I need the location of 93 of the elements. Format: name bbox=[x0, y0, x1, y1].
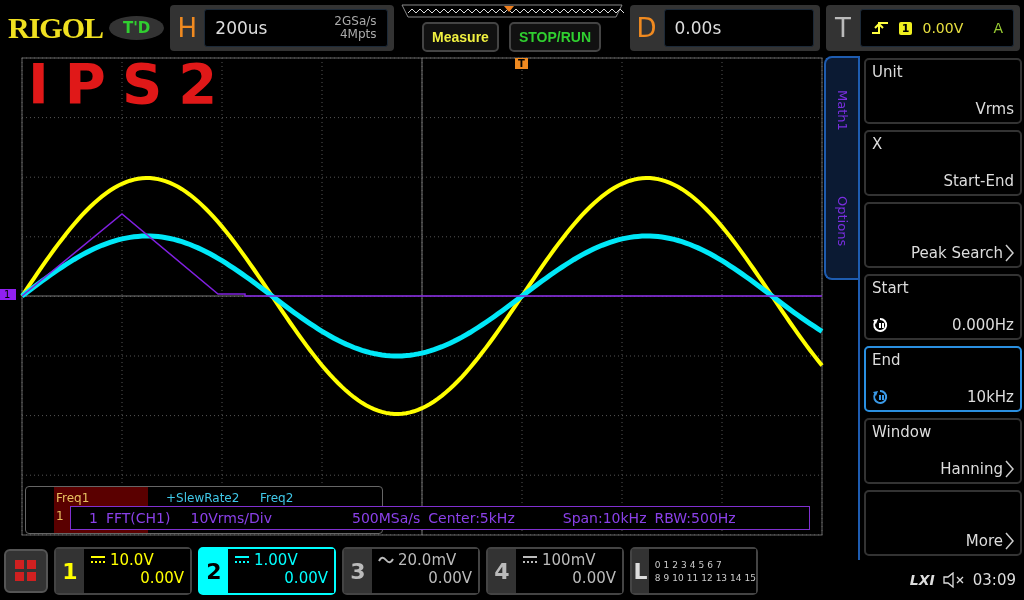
fft-channel: 1 bbox=[89, 510, 98, 526]
menu-item[interactable]: End 10kHz bbox=[864, 346, 1022, 412]
trigger-position-marker[interactable]: T bbox=[515, 58, 528, 69]
channel-offset: 0.00V bbox=[284, 569, 328, 587]
menu-item-label: Unit bbox=[872, 63, 904, 81]
menu-item-value: 10kHz bbox=[967, 388, 1014, 406]
logic-channel-number: 14 bbox=[730, 572, 742, 583]
menu-item-value: Start-End bbox=[943, 172, 1014, 190]
handwritten-annotation: IPS2 bbox=[28, 56, 234, 112]
measurement-label: +SlewRate2 bbox=[166, 491, 240, 505]
logic-channel-number: 2 bbox=[672, 559, 678, 570]
menu-item-label: Start bbox=[872, 279, 910, 297]
brand-logo: RIGOL bbox=[8, 11, 104, 45]
logic-channel-number: 8 bbox=[654, 572, 661, 583]
horizontal-label: H bbox=[176, 13, 199, 43]
menu-item-value: Vrms bbox=[975, 100, 1014, 118]
channel-number: 1 bbox=[62, 558, 78, 584]
measure-button[interactable]: Measure bbox=[422, 22, 499, 52]
speaker-muted-icon[interactable] bbox=[942, 572, 965, 588]
menu-item-label: End bbox=[872, 351, 902, 369]
logic-channel-number: 1 bbox=[663, 559, 670, 570]
clock-time: 03:09 bbox=[972, 571, 1016, 589]
channel-offset: 0.00V bbox=[572, 569, 616, 587]
channel-panel[interactable]: 2 1.00V 0.00V bbox=[198, 547, 336, 595]
fft-center: Center:5kHz bbox=[428, 510, 515, 526]
run-stop-button[interactable]: STOP/RUN bbox=[508, 22, 601, 52]
menu-item[interactable]: Window Hanning bbox=[864, 418, 1022, 484]
mode-badge: T'D bbox=[109, 16, 165, 40]
channel-panel[interactable]: 4 100mV 0.00V bbox=[486, 547, 624, 595]
logic-panel[interactable]: L 0 1 2 3 4 5 6 7 8 9 10 11 12 13 14 15 bbox=[630, 547, 758, 595]
logic-channel-number: 0 bbox=[654, 559, 661, 570]
logic-channel-number: 4 bbox=[689, 559, 696, 570]
logic-channel-number: 11 bbox=[686, 572, 699, 583]
menu-item-value: 0.000Hz bbox=[951, 316, 1014, 334]
trigger-label: T bbox=[833, 13, 852, 43]
measurement-value: 1 bbox=[56, 509, 64, 523]
measurement-label: Freq1 bbox=[56, 491, 91, 505]
channel-panel[interactable]: 1 10.0V 0.00V bbox=[54, 547, 192, 595]
trigger-source: 1 bbox=[898, 21, 913, 35]
menu-item[interactable]: Peak Search bbox=[864, 202, 1022, 268]
delay-panel[interactable]: D 0.00s bbox=[629, 5, 820, 51]
channel-offset: 0.00V bbox=[140, 569, 184, 587]
logic-channel-number: 7 bbox=[715, 559, 722, 570]
rising-edge-icon bbox=[870, 20, 889, 36]
delay-label: D bbox=[635, 13, 658, 43]
dc-coupling-icon bbox=[234, 555, 250, 565]
trigger-mode: A bbox=[993, 20, 1003, 36]
menu-item-label: X bbox=[872, 135, 884, 153]
logic-channel-number: 12 bbox=[701, 572, 713, 583]
menu-item[interactable]: More bbox=[864, 490, 1022, 556]
menu-item[interactable]: Start 0.000Hz bbox=[864, 274, 1022, 340]
memory-depth: 4Mpts bbox=[340, 28, 377, 42]
delay-value: 0.00s bbox=[674, 18, 723, 38]
logic-channel-number: 13 bbox=[715, 572, 728, 583]
grid-icon bbox=[14, 559, 38, 583]
logic-label: L bbox=[632, 549, 649, 593]
measurement-label: Freq2 bbox=[260, 491, 295, 505]
menu-item[interactable]: Unit Vrms bbox=[864, 58, 1022, 124]
trigger-panel[interactable]: T 1 0.00V A bbox=[825, 5, 1020, 51]
fft-scale: 10Vrms/Div bbox=[190, 510, 272, 526]
logic-channel-number: 9 bbox=[663, 572, 670, 583]
trigger-level: 0.00V bbox=[922, 20, 964, 36]
dc-coupling-icon bbox=[522, 555, 538, 565]
menu-item-value: Peak Search bbox=[911, 244, 1003, 262]
sample-rate: 2GSa/s bbox=[334, 14, 377, 28]
channel-scale: 1.00V bbox=[254, 551, 298, 569]
channel-scale: 100mV bbox=[542, 551, 596, 569]
channel-panel[interactable]: 3 20.0mV 0.00V bbox=[342, 547, 480, 595]
ac-coupling-icon bbox=[378, 555, 394, 565]
logic-channel-number: 5 bbox=[698, 559, 705, 570]
channel-number: 2 bbox=[206, 558, 222, 584]
logic-channel-number: 10 bbox=[672, 572, 684, 583]
channel-number: 4 bbox=[494, 558, 510, 584]
menu-item[interactable]: X Start-End bbox=[864, 130, 1022, 196]
reference-marker[interactable]: 1 bbox=[0, 289, 17, 300]
horizontal-panel[interactable]: H 200us 2GSa/s 4Mpts bbox=[170, 5, 394, 51]
channel-scale: 20.0mV bbox=[398, 551, 457, 569]
menu-item-value: Hanning bbox=[940, 460, 1003, 478]
fft-rbw: RBW:500Hz bbox=[654, 510, 736, 526]
logic-channel-number: 6 bbox=[707, 559, 713, 570]
lxi-logo: LXI bbox=[909, 572, 935, 588]
fft-span: Span:10kHz bbox=[562, 510, 647, 526]
fft-source: FFT(CH1) bbox=[105, 510, 171, 526]
menu-item-label: Window bbox=[872, 423, 933, 441]
fft-sample-rate: 500MSa/s bbox=[352, 510, 421, 526]
channel-number: 3 bbox=[350, 558, 366, 584]
dc-coupling-icon bbox=[90, 555, 106, 565]
channel-offset: 0.00V bbox=[428, 569, 472, 587]
channel-scale: 10.0V bbox=[110, 551, 154, 569]
logic-channel-number: 3 bbox=[681, 559, 687, 570]
logic-channel-number: 15 bbox=[744, 572, 756, 583]
menu-item-value: More bbox=[965, 532, 1003, 550]
timebase-value: 200us bbox=[215, 18, 269, 38]
